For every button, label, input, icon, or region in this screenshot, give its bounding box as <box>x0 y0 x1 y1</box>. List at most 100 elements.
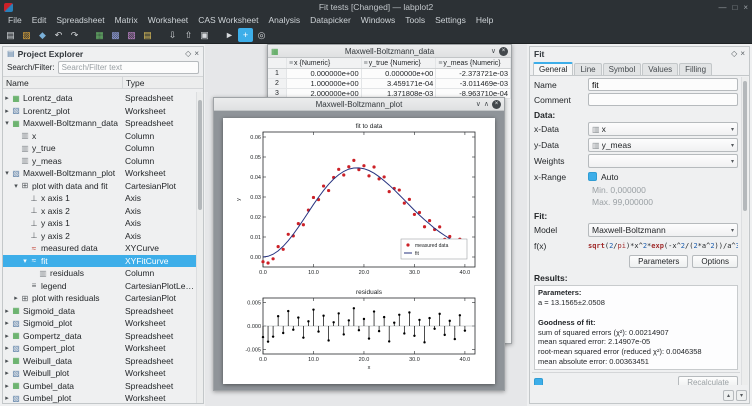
tree-item-measured-data[interactable]: ≈measured dataXYCurve <box>3 242 196 255</box>
zoom-select-icon[interactable]: ◎ <box>254 28 269 42</box>
name-input[interactable] <box>588 78 738 91</box>
select-mode-icon[interactable]: ► <box>222 28 237 42</box>
window-close-button[interactable]: × <box>743 3 748 12</box>
export-icon[interactable]: ⇧ <box>181 28 196 42</box>
recalculate-button[interactable]: Recalculate <box>678 376 738 385</box>
spreadsheet-cell[interactable]: -2.373721e-03 <box>436 69 511 78</box>
worksheet-shade-button[interactable]: ∨ <box>476 100 481 108</box>
options-button[interactable]: Options <box>692 255 738 268</box>
column-header-name[interactable]: Name <box>6 77 123 88</box>
expander-icon[interactable]: ▾ <box>12 182 20 190</box>
expander-icon[interactable]: ▾ <box>3 119 11 127</box>
expander-icon[interactable]: ▸ <box>3 107 11 115</box>
new-matrix-icon[interactable]: ▩ <box>108 28 123 42</box>
menu-cas-worksheet[interactable]: CAS Worksheet <box>193 14 263 27</box>
expander-icon[interactable]: ▸ <box>3 307 11 315</box>
menu-tools[interactable]: Tools <box>400 14 430 27</box>
tree-item-x-axis-2[interactable]: ⊥x axis 2Axis <box>3 205 196 218</box>
tree-item-gompert-plot[interactable]: ▸▧Gompert_plotWorksheet <box>3 342 196 355</box>
worksheet-maximize-button[interactable]: ∧ <box>484 100 489 108</box>
open-project-icon[interactable]: ▨ <box>19 28 34 42</box>
tree-item-y-true[interactable]: ▥y_trueColumn <box>3 142 196 155</box>
tree-item-plot-with-data-and-fit[interactable]: ▾⊞plot with data and fitCartesianPlot <box>3 180 196 193</box>
tab-values[interactable]: Values <box>642 63 678 75</box>
menu-spreadsheet[interactable]: Spreadsheet <box>51 14 109 27</box>
menu-datapicker[interactable]: Datapicker <box>305 14 356 27</box>
undo-icon[interactable]: ↶ <box>51 28 66 42</box>
residuals-plot[interactable]: residuals0.010.020.030.040.0-0.0050.0000… <box>233 286 485 372</box>
tree-item-weibull-plot[interactable]: ▸▧Weibull_plotWorksheet <box>3 367 196 380</box>
row-header-cell[interactable]: 2 <box>268 79 287 88</box>
spreadsheet-shade-button[interactable]: ∨ <box>491 47 496 55</box>
fit-dock-float-icon[interactable]: ◇ <box>731 49 737 58</box>
menu-edit[interactable]: Edit <box>27 14 52 27</box>
comment-input[interactable] <box>588 93 738 106</box>
tree-item-maxwell-boltzmann-data[interactable]: ▾▦Maxwell-Boltzmann_dataSpreadsheet <box>3 117 196 130</box>
spreadsheet-cell[interactable]: 0.000000e+00 <box>362 69 437 78</box>
expander-icon[interactable]: ▸ <box>3 357 11 365</box>
tree-item-legend[interactable]: ≡legendCartesianPlotLegend <box>3 280 196 293</box>
column-header-type[interactable]: Type <box>123 77 203 88</box>
weights-combo[interactable]: ▾ <box>588 154 738 168</box>
spreadsheet-cell[interactable]: -3.011469e-03 <box>436 79 511 88</box>
tree-item-maxwell-boltzmann-plot[interactable]: ▾▧Maxwell-Boltzmann_plotWorksheet <box>3 167 196 180</box>
expander-icon[interactable]: ▸ <box>3 369 11 377</box>
tab-filling[interactable]: Filling <box>679 63 712 75</box>
expander-icon[interactable]: ▾ <box>3 169 11 177</box>
spreadsheet-column-header[interactable]: ≡y_true {Numeric} <box>362 58 437 68</box>
tree-item-y-meas[interactable]: ▥y_measColumn <box>3 155 196 168</box>
tree-item-sigmoid-plot[interactable]: ▸▧Sigmoid_plotWorksheet <box>3 317 196 330</box>
tree-item-y-axis-1[interactable]: ⊥y axis 1Axis <box>3 217 196 230</box>
spreadsheet-column-header[interactable]: ≡x {Numeric} <box>287 58 362 68</box>
menu-settings[interactable]: Settings <box>430 14 471 27</box>
worksheet-close-button[interactable]: × <box>492 100 501 109</box>
fit-dock-close-icon[interactable]: × <box>740 49 745 58</box>
tab-general[interactable]: General <box>533 62 573 75</box>
xdata-combo[interactable]: ▥ x ▾ <box>588 122 738 136</box>
spreadsheet-cell[interactable]: 3.459171e-04 <box>362 79 437 88</box>
expander-icon[interactable]: ▸ <box>3 332 11 340</box>
new-project-icon[interactable]: ▤ <box>3 28 18 42</box>
search-filter-input[interactable] <box>58 61 199 74</box>
tree-item-gumbel-data[interactable]: ▸▦Gumbel_dataSpreadsheet <box>3 380 196 393</box>
spreadsheet-cell[interactable]: 0.000000e+00 <box>287 69 362 78</box>
window-minimize-button[interactable]: — <box>718 3 726 12</box>
expander-icon[interactable]: ▸ <box>3 319 11 327</box>
tree-item-x-axis-1[interactable]: ⊥x axis 1Axis <box>3 192 196 205</box>
dock-close-icon[interactable]: × <box>194 49 199 58</box>
tree-item-plot-with-residuals[interactable]: ▸⊞plot with residualsCartesianPlot <box>3 292 196 305</box>
expander-icon[interactable]: ▸ <box>3 94 11 102</box>
save-project-icon[interactable]: ◆ <box>35 28 50 42</box>
navigate-mode-icon[interactable]: + <box>238 28 253 42</box>
new-notes-icon[interactable]: ▤ <box>140 28 155 42</box>
tab-line[interactable]: Line <box>574 63 601 75</box>
menu-file[interactable]: File <box>3 14 27 27</box>
row-header-cell[interactable]: 1 <box>268 69 287 78</box>
model-combo[interactable]: Maxwell-Boltzmann ▾ <box>588 223 738 237</box>
project-tree-scrollbar[interactable] <box>196 92 203 403</box>
tree-item-fit[interactable]: ▾≈fitXYFitCurve <box>3 255 196 268</box>
dock-float-icon[interactable]: ◇ <box>185 49 191 58</box>
menu-help[interactable]: Help <box>471 14 498 27</box>
spreadsheet-close-button[interactable]: × <box>499 47 508 56</box>
tree-item-lorentz-data[interactable]: ▸▦Lorentz_dataSpreadsheet <box>3 92 196 105</box>
tree-item-x[interactable]: ▥xColumn <box>3 130 196 143</box>
menu-analysis[interactable]: Analysis <box>264 14 306 27</box>
fit-plot[interactable]: fit to data0.010.020.030.040.00.000.010.… <box>233 118 485 282</box>
fx-formula[interactable]: sqrt(2/pi)*x^2*exp(-x^2/(2*a^2))/a^3 <box>588 242 738 250</box>
tree-item-gumbel-plot[interactable]: ▸▧Gumbel_plotWorksheet <box>3 392 196 403</box>
redo-icon[interactable]: ↷ <box>67 28 82 42</box>
fit-form-scrollbar[interactable] <box>741 77 748 385</box>
worksheet-window[interactable]: Maxwell-Boltzmann_plot ∨ ∧ × fit to data… <box>213 97 505 391</box>
print-icon[interactable]: ▣ <box>197 28 212 42</box>
expander-icon[interactable]: ▸ <box>12 294 20 302</box>
expander-icon[interactable]: ▾ <box>21 257 29 265</box>
window-maximize-button[interactable]: □ <box>732 3 737 12</box>
tree-item-weibull-data[interactable]: ▸▦Weibull_dataSpreadsheet <box>3 355 196 368</box>
import-icon[interactable]: ⇩ <box>165 28 180 42</box>
tree-item-sigmoid-data[interactable]: ▸▦Sigmoid_dataSpreadsheet <box>3 305 196 318</box>
menu-windows[interactable]: Windows <box>356 14 400 27</box>
dock-prev-button[interactable]: ▴ <box>723 390 734 401</box>
expander-icon[interactable]: ▸ <box>3 394 11 402</box>
tab-symbol[interactable]: Symbol <box>603 63 642 75</box>
